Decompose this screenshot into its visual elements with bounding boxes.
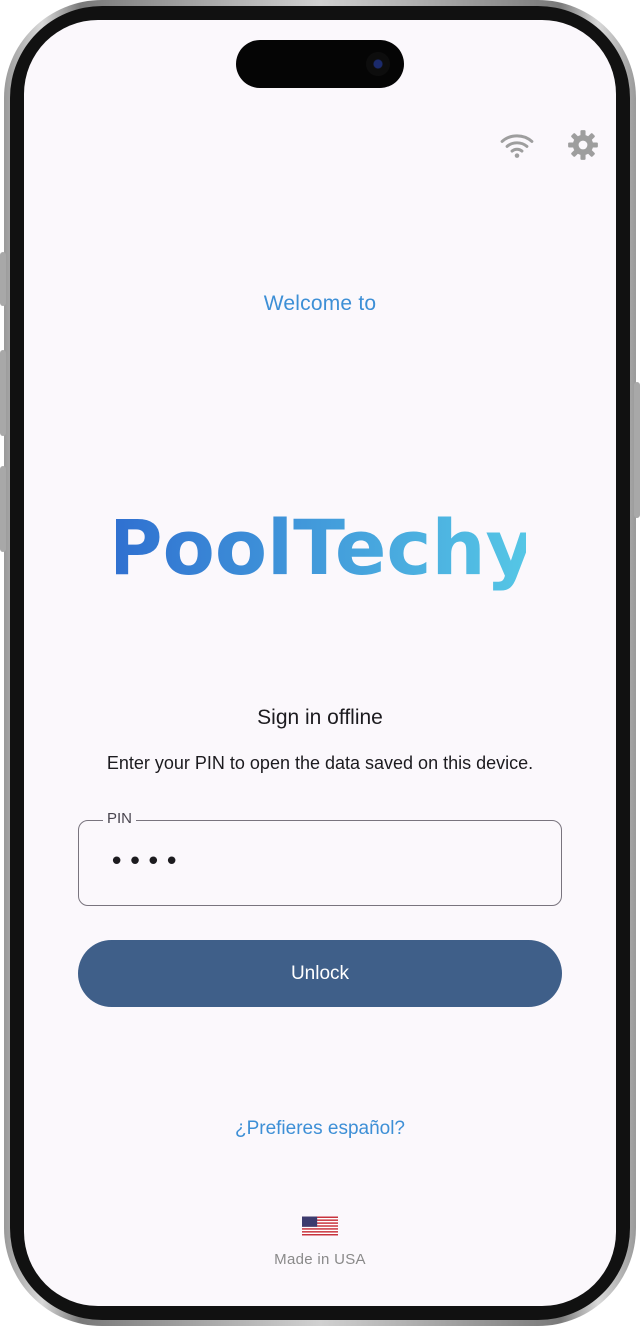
phone-action-button <box>0 252 6 306</box>
pin-label: PIN <box>103 810 137 827</box>
unlock-button[interactable]: Unlock <box>78 940 562 1007</box>
made-in-text: Made in USA <box>274 1251 366 1268</box>
front-camera <box>366 52 390 76</box>
logo-wordmark: PoolTechy <box>116 508 526 592</box>
pin-input[interactable] <box>109 847 409 877</box>
signin-subtitle: Enter your PIN to open the data saved on… <box>106 753 534 773</box>
language-switch-link[interactable]: ¿Prefieres español? <box>24 1118 616 1140</box>
dynamic-island <box>236 40 404 88</box>
us-flag-icon <box>302 1216 338 1236</box>
welcome-text: Welcome to <box>263 292 377 315</box>
pooltechy-logo: PoolTechy <box>116 508 526 592</box>
wifi-icon[interactable] <box>500 128 534 162</box>
pin-field[interactable]: PIN <box>78 810 562 906</box>
phone-volume-up-button <box>0 350 6 436</box>
unlock-button-label: Unlock <box>290 962 350 984</box>
signin-title: Sign in offline <box>257 706 383 729</box>
gear-icon[interactable] <box>566 128 600 162</box>
phone-power-button <box>634 382 640 518</box>
phone-volume-down-button <box>0 466 6 552</box>
app-screen: Welcome to PoolTechy Sign in offline Ent… <box>24 20 616 1306</box>
